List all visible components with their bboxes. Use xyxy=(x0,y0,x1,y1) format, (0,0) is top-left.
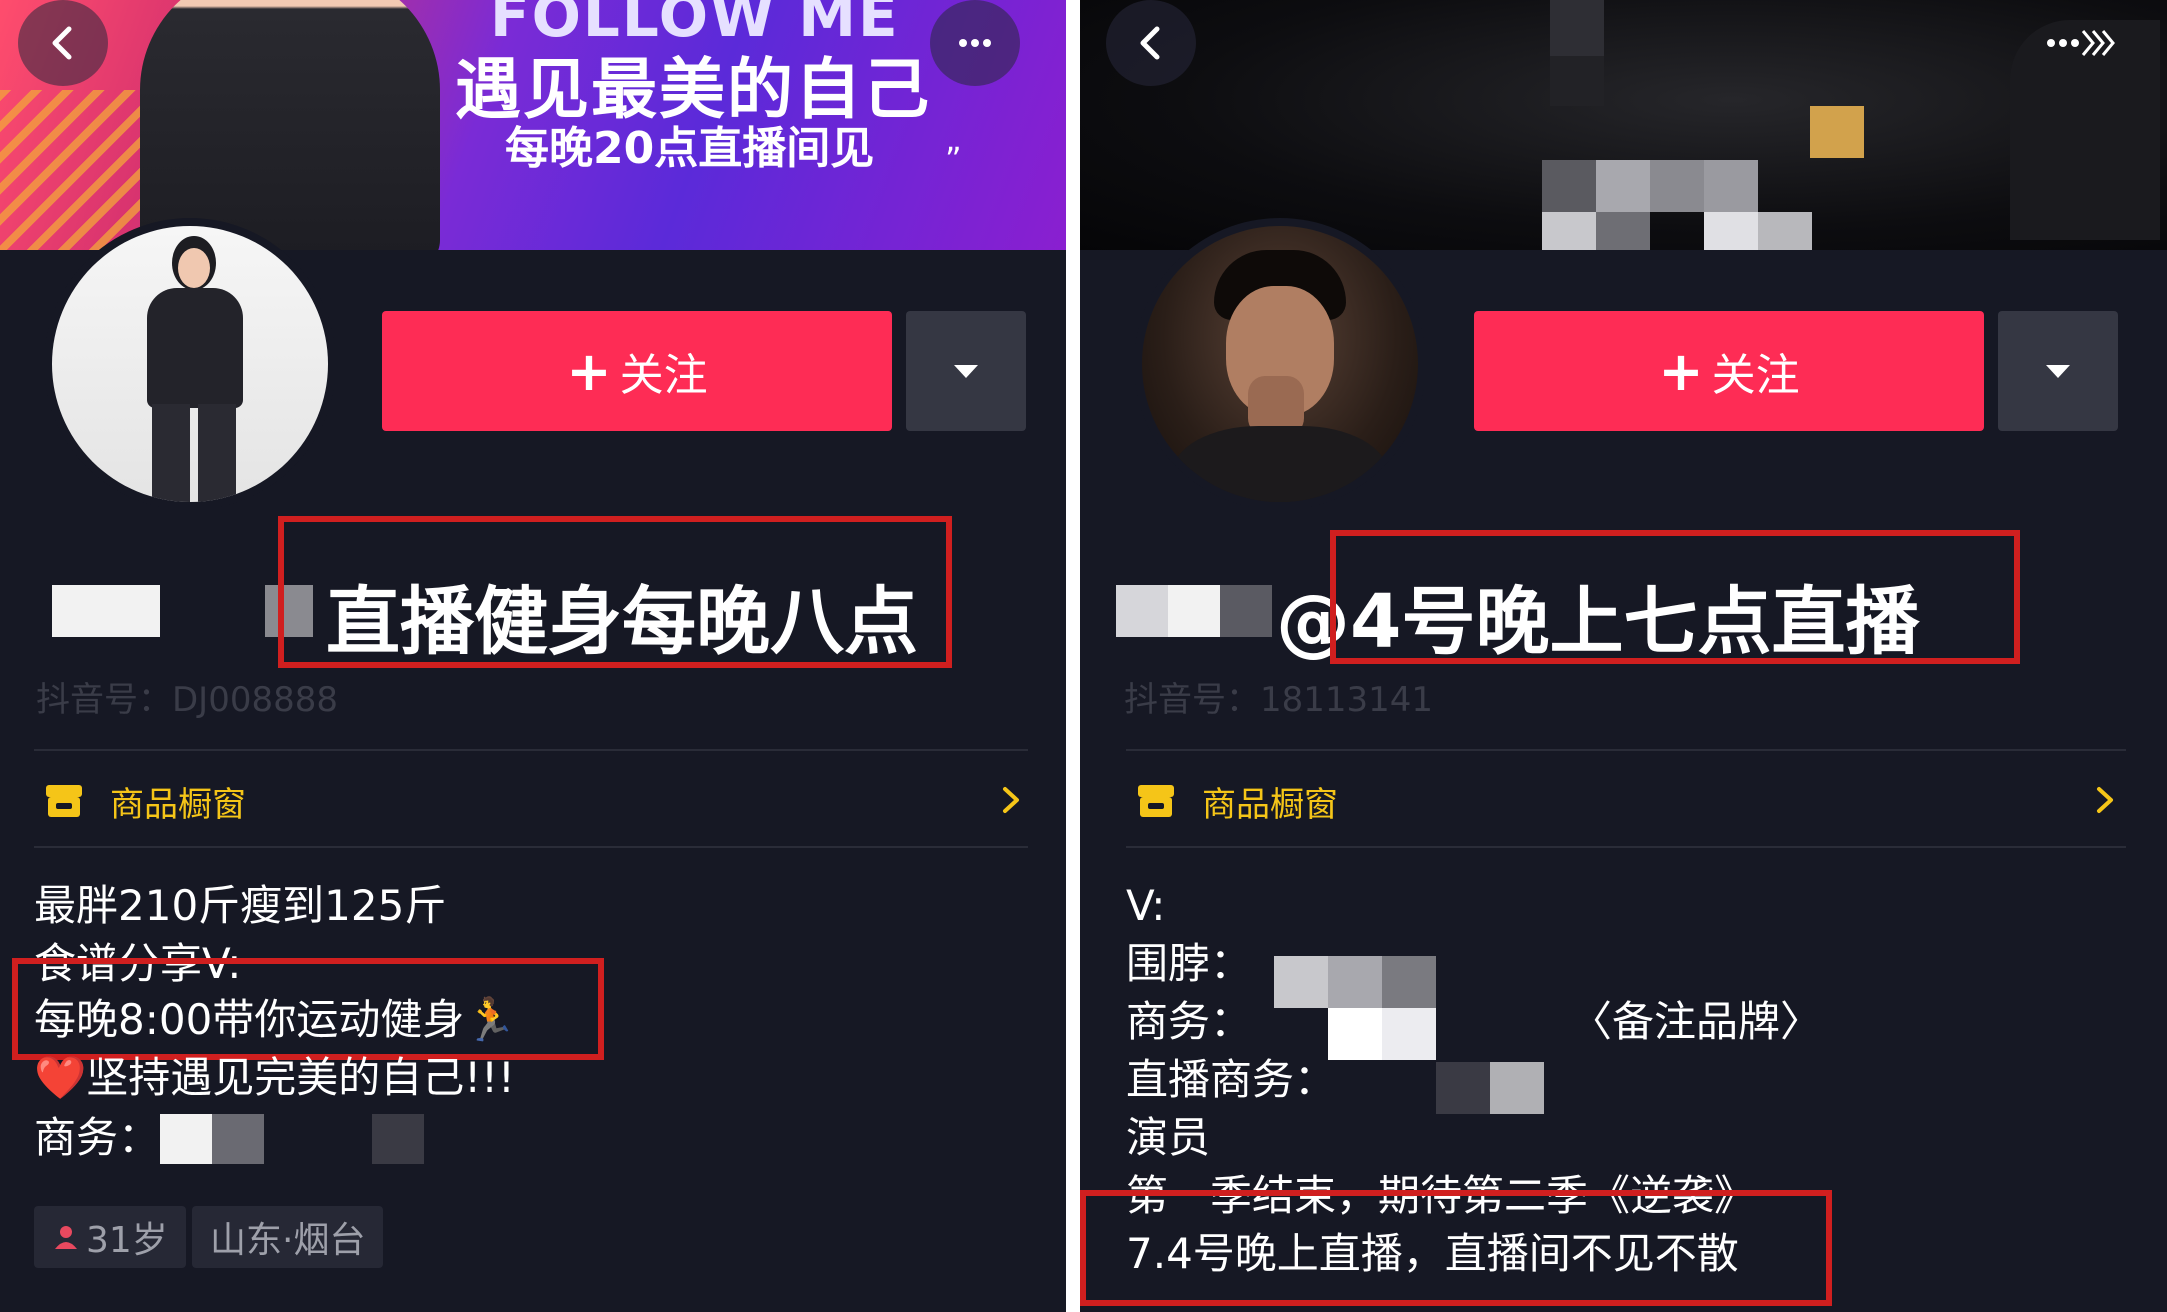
bio-line: 商务： xyxy=(34,1113,161,1162)
redacted-block xyxy=(1382,956,1436,1008)
follow-button[interactable]: + 关注 xyxy=(1474,311,1984,431)
profile-banner: FOLLOW ME 遇见最美的自己 每晚20点直播间见 ” xyxy=(0,0,1066,250)
redacted-block xyxy=(1328,1008,1382,1060)
profile-panel-left: FOLLOW ME 遇见最美的自己 每晚20点直播间见 ” + 关注 直播健身每… xyxy=(0,0,1066,1312)
highlight-box xyxy=(1330,530,2020,664)
bio-line: 直播商务： xyxy=(1126,1055,1337,1104)
divider xyxy=(1126,846,2126,848)
avatar-torso xyxy=(1172,426,1388,502)
triangle-down-icon xyxy=(954,365,978,378)
shop-icon xyxy=(1138,785,1174,817)
share-button[interactable] xyxy=(2040,0,2130,86)
location-tag: 山东·烟台 xyxy=(192,1206,384,1268)
divider xyxy=(34,749,1028,751)
avatar-torso xyxy=(147,288,243,408)
pixelated-block xyxy=(1704,212,1758,250)
bio-line: 围脖： xyxy=(1126,939,1253,988)
redacted-block xyxy=(372,1114,424,1164)
pixelated-block xyxy=(1650,160,1704,212)
avatar[interactable] xyxy=(44,218,336,510)
highlight-box xyxy=(278,516,952,668)
person-icon xyxy=(55,1226,77,1249)
chevron-right-icon[interactable] xyxy=(2090,784,2120,816)
shop-window-entry[interactable]: 商品橱窗 xyxy=(1134,770,1338,832)
more-dots-icon xyxy=(959,39,991,47)
recommend-dropdown-button[interactable] xyxy=(1998,311,2118,431)
bio-line: 最胖210斤瘦到125斤 xyxy=(34,881,447,930)
highlight-box xyxy=(1080,1190,1832,1306)
chevron-right-icon[interactable] xyxy=(996,784,1026,816)
pixelated-block xyxy=(1810,106,1864,158)
pixelated-block xyxy=(1596,212,1650,250)
divider xyxy=(34,846,1028,848)
pixelated-block xyxy=(1596,160,1650,212)
pixelated-block xyxy=(1542,212,1596,250)
bio-line: ❤️坚持遇见完美的自己!!! xyxy=(34,1053,515,1102)
back-button[interactable] xyxy=(1106,0,1196,86)
pixelated-block xyxy=(1550,0,1604,56)
follow-label: 关注 xyxy=(619,350,708,401)
redacted-block xyxy=(160,1114,212,1164)
back-button[interactable] xyxy=(18,0,108,86)
redacted-block xyxy=(52,585,160,637)
shop-icon xyxy=(46,785,82,817)
back-arrow-icon xyxy=(52,26,72,60)
avatar-leg xyxy=(198,404,236,502)
triangle-down-icon xyxy=(2046,365,2070,378)
banner-quote-mark: ” xyxy=(945,140,962,178)
banner-person-image xyxy=(140,0,440,250)
pixelated-block xyxy=(1704,160,1758,212)
redacted-block xyxy=(1274,956,1328,1008)
highlight-box xyxy=(12,958,604,1060)
recommend-dropdown-button[interactable] xyxy=(906,311,1026,431)
back-arrow-icon xyxy=(1140,26,1160,60)
avatar-leg xyxy=(152,404,190,502)
bio-line: 演员 xyxy=(1126,1113,1211,1162)
plus-icon: + xyxy=(566,339,612,403)
redacted-block xyxy=(1168,585,1220,637)
profile-panel-right: + 关注 @4号晚上七点直播 抖音号：18113141 商品橱窗 V: 围脖： … xyxy=(1080,0,2167,1312)
avatar-face xyxy=(178,248,210,288)
redacted-block xyxy=(1490,1062,1544,1114)
douyin-id: 抖音号：DJ008888 xyxy=(36,680,338,720)
pixelated-block xyxy=(1550,56,1604,106)
redacted-block xyxy=(1328,956,1382,1008)
bio-line: 商务： xyxy=(1126,997,1253,1046)
age-tag: 31岁 xyxy=(34,1206,186,1268)
follow-label: 关注 xyxy=(1711,350,1800,401)
profile-banner xyxy=(1080,0,2167,250)
redacted-block xyxy=(1220,585,1272,637)
douyin-id: 抖音号：18113141 xyxy=(1124,680,1434,720)
redacted-block xyxy=(1436,1062,1490,1114)
shop-window-label: 商品橱窗 xyxy=(110,784,246,825)
pixelated-block xyxy=(1542,160,1596,212)
share-arrows-icon xyxy=(2047,30,2115,56)
bio-brand-note: 〈备注品牌〉 xyxy=(1570,997,1823,1046)
shop-window-label: 商品橱窗 xyxy=(1202,784,1338,825)
shop-window-entry[interactable]: 商品橱窗 xyxy=(42,770,246,832)
bio-line: V: xyxy=(1126,881,1166,930)
banner-subline: 每晚20点直播间见 xyxy=(505,123,875,174)
more-button[interactable] xyxy=(930,0,1020,86)
pixelated-block xyxy=(1758,212,1812,250)
age-label: 31岁 xyxy=(86,1220,168,1261)
plus-icon: + xyxy=(1658,339,1704,403)
location-label: 山东·烟台 xyxy=(210,1220,366,1261)
follow-button[interactable]: + 关注 xyxy=(382,311,892,431)
avatar[interactable] xyxy=(1134,218,1426,510)
redacted-block xyxy=(1382,1008,1436,1060)
divider xyxy=(1126,749,2126,751)
redacted-block xyxy=(212,1114,264,1164)
redacted-block xyxy=(1116,585,1168,637)
